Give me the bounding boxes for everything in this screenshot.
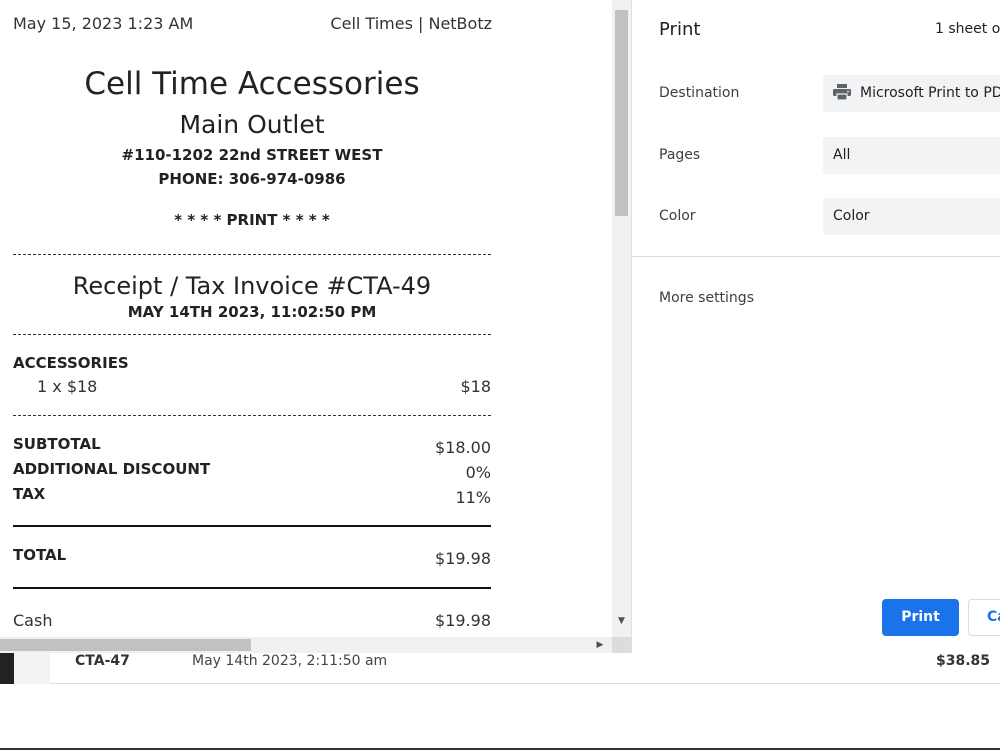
divider	[13, 334, 491, 335]
page-header-site: Cell Times | NetBotz	[330, 14, 492, 33]
item-category: ACCESSORIES	[13, 354, 129, 372]
outlet-name: Main Outlet	[179, 110, 325, 139]
destination-select[interactable]: Microsoft Print to PDF	[823, 75, 1000, 112]
pages-select[interactable]: All	[823, 137, 1000, 174]
sheet-count: 1 sheet of	[935, 21, 1000, 37]
payment-label: Cash	[13, 611, 53, 630]
more-settings-toggle[interactable]: More settings	[659, 290, 754, 306]
discount-value: 0%	[465, 463, 491, 482]
divider	[13, 525, 491, 527]
pages-label: Pages	[659, 147, 701, 163]
print-settings-panel: Print 1 sheet of Destination Microsoft P…	[631, 0, 1000, 653]
destination-value: Microsoft Print to PDF	[860, 85, 1000, 101]
color-select[interactable]: Color	[823, 198, 1000, 235]
receipt-title: Receipt / Tax Invoice #CTA-49	[72, 272, 432, 300]
color-label: Color	[659, 208, 696, 224]
tax-value: 11%	[455, 488, 491, 507]
divider	[632, 256, 1000, 257]
item-quantity: 1 x $18	[37, 377, 98, 396]
scroll-down-icon[interactable]: ▼	[616, 616, 627, 627]
tax-label: TAX	[13, 485, 46, 503]
total-label: TOTAL	[13, 546, 67, 564]
row-marker	[0, 653, 14, 684]
payment-value: $19.98	[435, 611, 491, 630]
divider	[13, 415, 491, 416]
subtotal-label: SUBTOTAL	[13, 435, 101, 453]
print-preview: May 15, 2023 1:23 AM Cell Times | NetBot…	[0, 0, 612, 637]
receipt-amount: $38.85	[935, 653, 990, 669]
scroll-right-icon[interactable]: ▶	[594, 639, 606, 651]
store-phone: PHONE: 306-974-0986	[158, 170, 346, 188]
printer-icon	[833, 84, 851, 100]
print-button[interactable]: Print	[882, 599, 959, 636]
destination-label: Destination	[659, 85, 740, 101]
preview-horizontal-scrollbar[interactable]: ▶	[0, 637, 612, 653]
panel-title: Print	[659, 19, 701, 40]
discount-label: ADDITIONAL DISCOUNT	[13, 460, 211, 478]
receipt-id[interactable]: CTA-47	[75, 653, 130, 669]
store-name: Cell Time Accessories	[84, 66, 420, 102]
total-value: $19.98	[435, 549, 491, 568]
scrollbar-thumb[interactable]	[0, 639, 251, 651]
divider	[13, 587, 491, 589]
page-header-date: May 15, 2023 1:23 AM	[13, 14, 194, 33]
divider	[50, 683, 1000, 684]
preview-vertical-scrollbar[interactable]: ▼	[612, 0, 631, 637]
store-address: #110-1202 22nd STREET WEST	[121, 146, 383, 164]
background-receipt-list: CTA-47 May 14th 2023, 2:11:50 am $38.85	[0, 653, 1000, 750]
print-marker: * * * * PRINT * * * *	[174, 211, 330, 229]
cancel-button[interactable]: Cancel	[968, 599, 1000, 636]
row-gutter	[14, 653, 50, 684]
item-total: $18	[460, 377, 491, 396]
scrollbar-corner	[612, 637, 631, 653]
subtotal-value: $18.00	[435, 438, 491, 457]
receipt-date: May 14th 2023, 2:11:50 am	[192, 653, 388, 669]
scrollbar-thumb[interactable]	[615, 10, 628, 216]
receipt-date: MAY 14TH 2023, 11:02:50 PM	[127, 303, 377, 321]
divider	[13, 254, 491, 255]
